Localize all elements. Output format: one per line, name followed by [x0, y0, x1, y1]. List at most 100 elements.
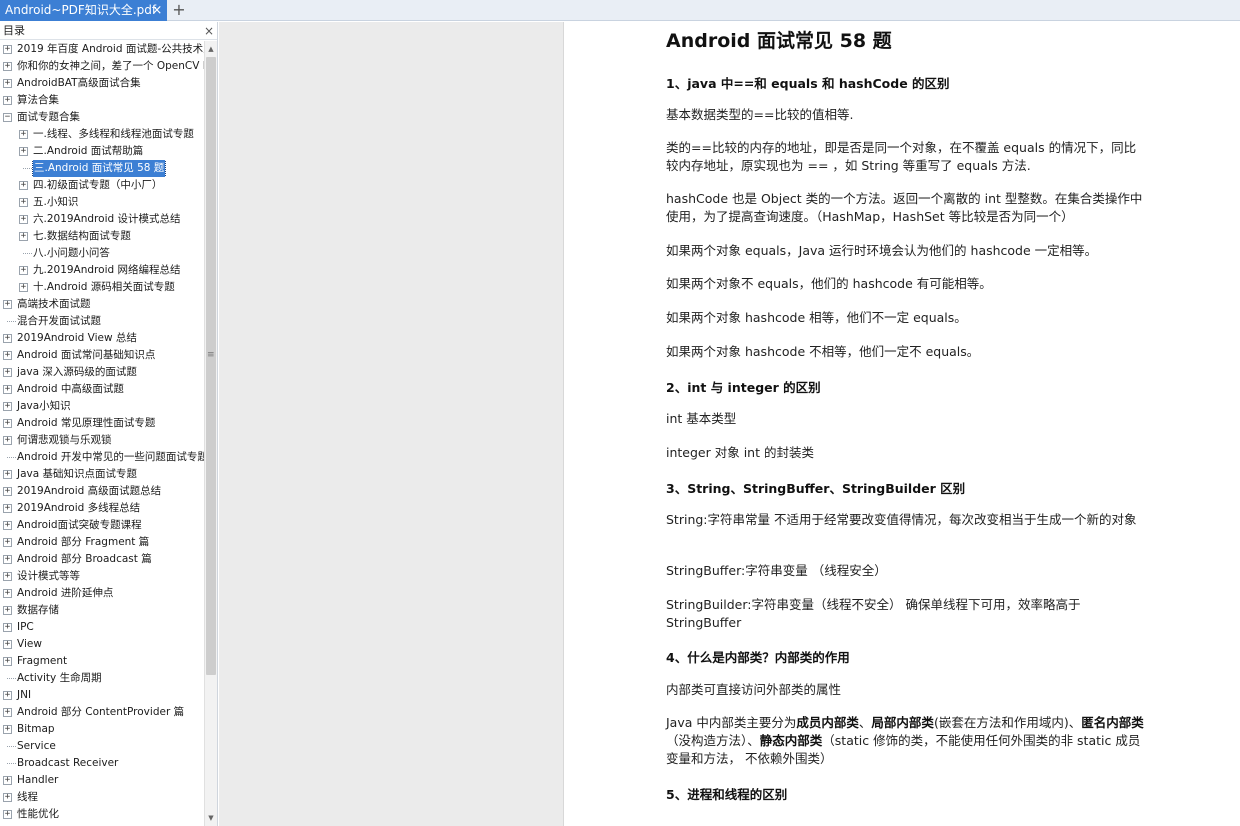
paragraph: StringBuilder:字符串变量（线程不安全） 确保单线程下可用，效率略高…: [666, 597, 1081, 630]
expand-icon[interactable]: +: [19, 232, 28, 241]
scroll-up-icon[interactable]: ▲: [205, 43, 217, 55]
bookmark-item[interactable]: − 面试专题合集: [0, 109, 204, 126]
expand-icon[interactable]: +: [3, 334, 12, 343]
expand-icon[interactable]: +: [3, 793, 12, 802]
bookmark-item[interactable]: + AndroidBAT高级面试合集: [0, 75, 204, 92]
bookmark-item[interactable]: + Android 常见原理性面试专题: [0, 415, 204, 432]
bookmark-item[interactable]: Broadcast Receiver: [0, 755, 204, 772]
expand-icon[interactable]: +: [3, 79, 12, 88]
bookmark-item[interactable]: +2019Android 多线程总结: [0, 500, 204, 517]
bookmark-item[interactable]: Activity 生命周期: [0, 670, 204, 687]
bookmark-item[interactable]: + 算法合集: [0, 92, 204, 109]
document-view[interactable]: Android 面试常见 58 题 1、java 中==和 equals 和 h…: [219, 22, 1240, 826]
bookmark-item[interactable]: + Fragment: [0, 653, 204, 670]
expand-icon[interactable]: +: [3, 623, 12, 632]
expand-icon[interactable]: +: [3, 606, 12, 615]
bookmark-label: 面试专题合集: [17, 111, 80, 123]
bookmark-item[interactable]: +2019 年百度 Android 面试题-公共技术点: [0, 41, 204, 58]
expand-icon[interactable]: +: [3, 300, 12, 309]
bookmark-item[interactable]: + 六.2019Android 设计模式总结: [0, 211, 204, 228]
collapse-icon[interactable]: −: [3, 113, 12, 122]
expand-icon[interactable]: +: [3, 555, 12, 564]
tab-document[interactable]: Android~PDF知识大全.pdf: [0, 0, 167, 21]
bookmark-item[interactable]: 混合开发面试试题: [0, 313, 204, 330]
bookmark-item[interactable]: + Android 面试常问基础知识点: [0, 347, 204, 364]
expand-icon[interactable]: +: [3, 640, 12, 649]
bookmark-item[interactable]: + 数据存储: [0, 602, 204, 619]
expand-icon[interactable]: +: [3, 487, 12, 496]
expand-icon[interactable]: +: [3, 385, 12, 394]
bookmark-scrollbar[interactable]: ▲ ▼: [204, 41, 217, 826]
bookmark-item[interactable]: + JNI: [0, 687, 204, 704]
expand-icon[interactable]: +: [19, 147, 28, 156]
scroll-down-icon[interactable]: ▼: [205, 812, 217, 824]
bookmark-item[interactable]: + 你和你的女神之间，差了一个 OpenCV D: [0, 58, 204, 75]
expand-icon[interactable]: +: [3, 470, 12, 479]
expand-icon[interactable]: +: [3, 776, 12, 785]
bookmark-item[interactable]: Service: [0, 738, 204, 755]
expand-icon[interactable]: +: [3, 45, 12, 54]
bookmark-item[interactable]: + 高端技术面试题: [0, 296, 204, 313]
bookmark-item[interactable]: + 七.数据结构面试专题: [0, 228, 204, 245]
expand-icon[interactable]: +: [3, 521, 12, 530]
expand-icon[interactable]: +: [3, 368, 12, 377]
bookmark-item[interactable]: + View: [0, 636, 204, 653]
bookmark-label: AndroidBAT高级面试合集: [17, 77, 141, 89]
bookmark-item[interactable]: + 设计模式等等: [0, 568, 204, 585]
expand-icon[interactable]: +: [3, 572, 12, 581]
expand-icon[interactable]: +: [3, 657, 12, 666]
new-tab-icon[interactable]: +: [171, 0, 187, 21]
bookmark-item[interactable]: + 九.2019Android 网络编程总结: [0, 262, 204, 279]
expand-icon[interactable]: +: [19, 215, 28, 224]
expand-icon[interactable]: +: [3, 96, 12, 105]
bookmark-item[interactable]: Android 开发中常见的一些问题面试专题: [0, 449, 204, 466]
expand-icon[interactable]: +: [3, 351, 12, 360]
expand-icon[interactable]: +: [3, 62, 12, 71]
bookmark-item[interactable]: + Android 部分 ContentProvider 篇: [0, 704, 204, 721]
bookmark-item[interactable]: + 一.线程、多线程和线程池面试专题: [0, 126, 204, 143]
bookmark-item[interactable]: + 何谓悲观锁与乐观锁: [0, 432, 204, 449]
bookmark-item[interactable]: + Android 中高级面试题: [0, 381, 204, 398]
expand-icon[interactable]: +: [3, 538, 12, 547]
bookmark-item[interactable]: + 二.Android 面试帮助篇: [0, 143, 204, 160]
expand-icon[interactable]: +: [3, 708, 12, 717]
tab-close-icon[interactable]: ×: [150, 0, 164, 21]
bookmark-item[interactable]: 八.小问题小问答: [0, 245, 204, 262]
expand-icon[interactable]: +: [3, 504, 12, 513]
expand-icon[interactable]: +: [3, 810, 12, 819]
scrollbar-thumb[interactable]: [206, 57, 216, 675]
expand-icon[interactable]: +: [19, 266, 28, 275]
bookmark-item[interactable]: + IPC: [0, 619, 204, 636]
expand-icon[interactable]: +: [3, 436, 12, 445]
question-heading: 4、什么是内部类？内部类的作用: [666, 650, 850, 665]
expand-icon[interactable]: +: [19, 130, 28, 139]
bookmark-item[interactable]: + 性能优化: [0, 806, 204, 823]
bookmark-item[interactable]: + Android面试突破专题课程: [0, 517, 204, 534]
bookmark-item[interactable]: + Android 部分 Broadcast 篇: [0, 551, 204, 568]
expand-icon[interactable]: +: [19, 283, 28, 292]
bookmark-item[interactable]: + 十.Android 源码相关面试专题: [0, 279, 204, 296]
expand-icon[interactable]: +: [3, 725, 12, 734]
bookmark-item[interactable]: + Bitmap: [0, 721, 204, 738]
bookmark-item[interactable]: +2019Android 高级面试题总结: [0, 483, 204, 500]
expand-icon[interactable]: +: [3, 589, 12, 598]
bookmark-item[interactable]: + Java小知识: [0, 398, 204, 415]
bookmark-item[interactable]: + 四.初级面试专题（中小厂）: [0, 177, 204, 194]
bookmark-item[interactable]: + Handler: [0, 772, 204, 789]
expand-icon[interactable]: +: [3, 402, 12, 411]
expand-icon[interactable]: +: [19, 181, 28, 190]
expand-icon[interactable]: +: [3, 691, 12, 700]
bookmark-item[interactable]: +2019Android View 总结: [0, 330, 204, 347]
bookmark-item[interactable]: + 五.小知识: [0, 194, 204, 211]
bookmark-item[interactable]: + 线程: [0, 789, 204, 806]
bookmark-item[interactable]: + java 深入源码级的面试题: [0, 364, 204, 381]
expand-icon[interactable]: +: [19, 198, 28, 207]
bookmark-item[interactable]: + Android 部分 Fragment 篇: [0, 534, 204, 551]
splitter-grip-icon[interactable]: ≡: [207, 350, 215, 360]
bookmark-item[interactable]: 三.Android 面试常见 58 题: [0, 160, 204, 177]
expand-icon[interactable]: +: [3, 419, 12, 428]
bold-term: 局部内部类: [871, 715, 934, 730]
bookmark-item[interactable]: + Android 进阶延伸点: [0, 585, 204, 602]
close-panel-icon[interactable]: ×: [203, 22, 215, 40]
bookmark-item[interactable]: + Java 基础知识点面试专题: [0, 466, 204, 483]
